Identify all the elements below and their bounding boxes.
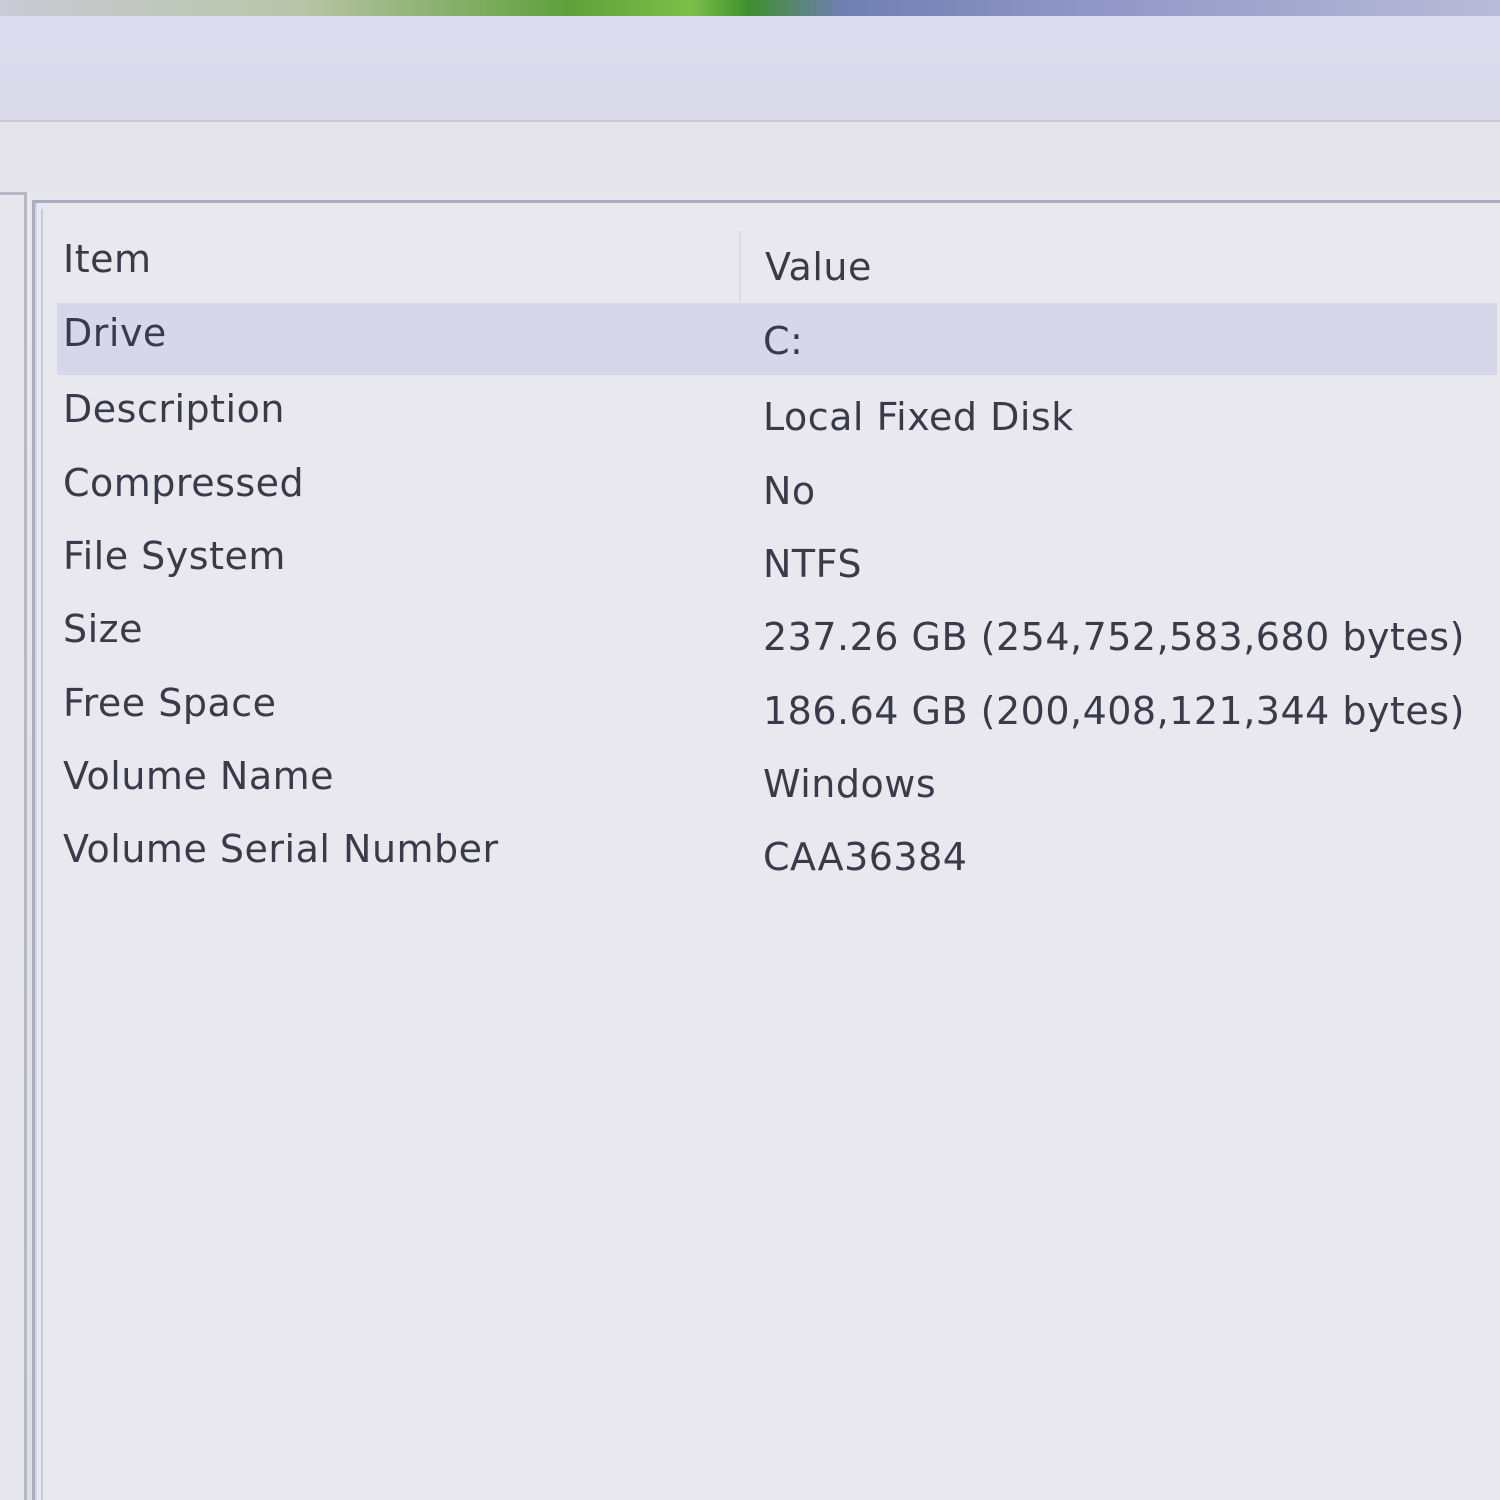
list-row-file-system[interactable]: File System NTFS (57, 526, 1497, 598)
row-item-label: Drive (63, 311, 167, 355)
list-row-compressed[interactable]: Compressed No (57, 453, 1497, 525)
row-value: 186.64 GB (200,408,121,344 bytes) (763, 689, 1465, 733)
list-header: Item Value (57, 223, 1497, 301)
row-value: NTFS (763, 542, 862, 586)
list-row-description[interactable]: Description Local Fixed Disk (57, 379, 1497, 451)
left-pane (0, 192, 27, 1500)
column-header-value[interactable]: Value (765, 245, 872, 289)
toolbar-area (0, 122, 1500, 192)
list-row-volume-name[interactable]: Volume Name Windows (57, 746, 1497, 818)
row-item-label: Free Space (63, 681, 277, 725)
row-value: C: (763, 319, 804, 363)
row-value: Local Fixed Disk (763, 395, 1074, 439)
column-header-item[interactable]: Item (63, 237, 152, 281)
row-item-label: Description (63, 387, 285, 431)
screen: Item Value Drive C: Description Local Fi… (0, 0, 1500, 1500)
list-row-size[interactable]: Size 237.26 GB (254,752,583,680 bytes) (57, 599, 1497, 671)
details-list-view[interactable]: Item Value Drive C: Description Local Fi… (32, 200, 1500, 1500)
row-value: 237.26 GB (254,752,583,680 bytes) (763, 615, 1465, 659)
row-item-label: File System (63, 534, 286, 578)
window-title-band (0, 16, 1500, 122)
row-item-label: Volume Serial Number (63, 827, 499, 871)
column-separator[interactable] (739, 231, 741, 301)
row-value: Windows (763, 762, 937, 806)
list-row-volume-serial-number[interactable]: Volume Serial Number CAA36384 (57, 819, 1497, 891)
row-item-label: Volume Name (63, 754, 335, 798)
row-item-label: Size (63, 607, 144, 651)
list-row-free-space[interactable]: Free Space 186.64 GB (200,408,121,344 by… (57, 673, 1497, 745)
row-value: CAA36384 (763, 835, 968, 879)
desktop-wallpaper-strip (0, 0, 1500, 16)
list-row-drive[interactable]: Drive C: (57, 303, 1497, 375)
row-value: No (763, 469, 816, 513)
row-item-label: Compressed (63, 461, 305, 505)
